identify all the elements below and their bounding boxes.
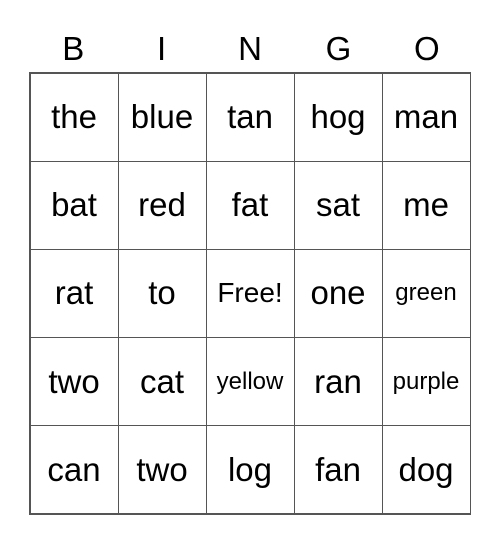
bingo-cell[interactable]: blue — [117, 72, 207, 162]
bingo-cell[interactable]: hog — [293, 72, 383, 162]
header-letter: I — [157, 30, 167, 67]
bingo-cell[interactable]: me — [381, 160, 471, 250]
bingo-cell[interactable]: log — [205, 425, 295, 515]
header-letter: O — [413, 30, 440, 67]
bingo-cell[interactable]: man — [381, 72, 471, 162]
bingo-cell[interactable]: purple — [381, 337, 471, 427]
bingo-cell[interactable]: cat — [117, 337, 207, 427]
bingo-cell[interactable]: to — [117, 248, 207, 339]
header-letter: N — [238, 30, 262, 67]
bingo-cell[interactable]: green — [381, 248, 471, 339]
header-letter: B — [62, 30, 85, 67]
bingo-cell[interactable]: tan — [205, 72, 295, 162]
bingo-cell[interactable]: fan — [293, 425, 383, 515]
bingo-grid: the blue tan hog man bat red fat sat me rat to Free!… — [29, 72, 471, 515]
bingo-cell[interactable]: the — [29, 72, 119, 162]
bingo-cell[interactable]: two — [29, 337, 119, 427]
bingo-cell[interactable]: sat — [293, 160, 383, 250]
bingo-cell[interactable]: red — [117, 160, 207, 250]
bingo-cell[interactable]: ran — [293, 337, 383, 427]
bingo-cell[interactable]: can — [29, 425, 119, 515]
bingo-cell[interactable]: one — [293, 248, 383, 339]
bingo-header: BINGO — [29, 26, 471, 72]
bingo-cell[interactable]: dog — [381, 425, 471, 515]
bingo-cell[interactable]: two — [117, 425, 207, 515]
bingo-cell[interactable]: bat — [29, 160, 119, 250]
bingo-cell[interactable]: fat — [205, 160, 295, 250]
header-letter: G — [325, 30, 352, 67]
bingo-cell[interactable]: rat — [29, 248, 119, 339]
free-space-cell[interactable]: Free! — [205, 248, 295, 339]
bingo-cell[interactable]: yellow — [205, 337, 295, 427]
